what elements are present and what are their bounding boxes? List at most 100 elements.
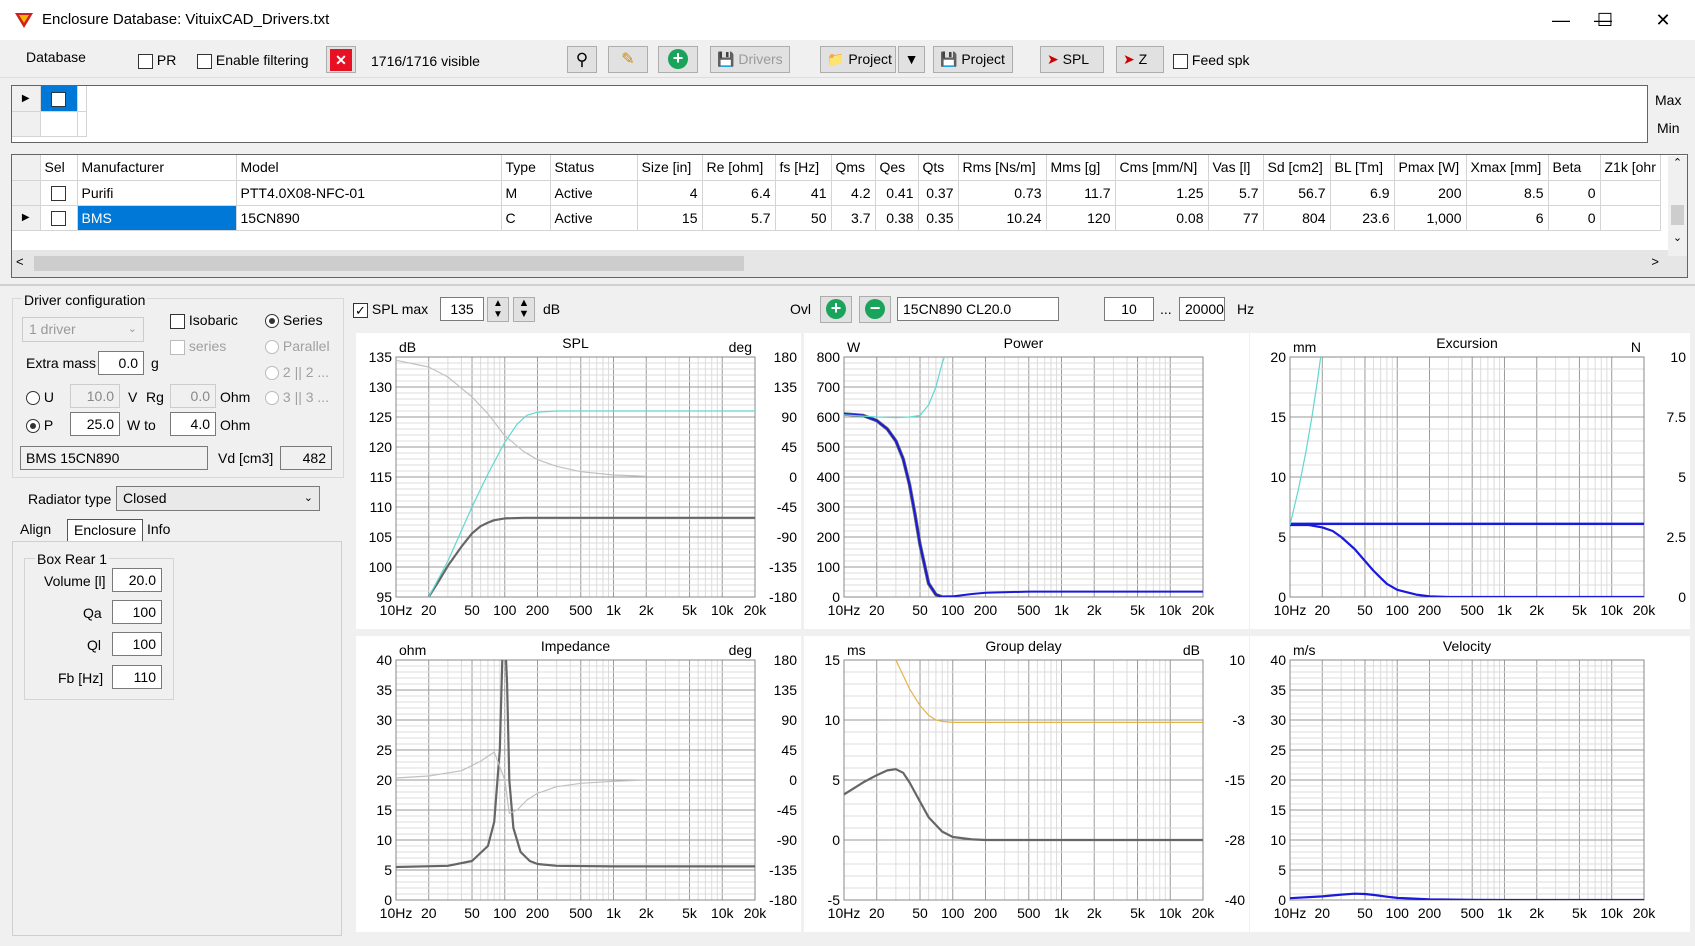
filter-sel-max[interactable] xyxy=(40,86,78,112)
table-row[interactable]: Purifi PTT4.0X08-NFC-01 M Active 4 6.4 41 4.2 0.… xyxy=(12,180,1661,206)
series-sub-checkbox[interactable]: series xyxy=(170,338,226,355)
tab-align[interactable]: Align xyxy=(14,519,57,541)
table-cell[interactable]: 1.25 xyxy=(1115,180,1209,206)
table-cell[interactable]: Active xyxy=(550,180,638,206)
table-cell[interactable]: 0.35 xyxy=(918,205,959,231)
p-input[interactable]: 25.0 xyxy=(70,412,120,436)
enable-filtering-checkbox[interactable]: Enable filtering xyxy=(197,52,309,69)
table-cell[interactable]: 10.24 xyxy=(958,205,1047,231)
power-chart[interactable]: 800700600500400300200100010Hz 20 50 100 200 5… xyxy=(804,333,1249,629)
fb-input[interactable]: 110 xyxy=(112,665,162,689)
table-cell[interactable]: 4 xyxy=(637,180,703,206)
overlay-name-input[interactable]: 15CN890 CL20.0 xyxy=(897,297,1059,321)
table-cell[interactable]: 0.38 xyxy=(875,205,919,231)
tab-enclosure[interactable]: Enclosure xyxy=(67,519,144,541)
table-cell[interactable]: 0.37 xyxy=(918,180,959,206)
table-cell[interactable]: 6 xyxy=(1466,205,1549,231)
qa-input[interactable]: 100 xyxy=(112,600,162,624)
u-input[interactable]: 10.0 xyxy=(70,384,120,408)
table-cell[interactable]: 15 xyxy=(637,205,703,231)
column-header[interactable]: Manufacturer xyxy=(77,155,237,181)
column-header[interactable]: Beta xyxy=(1548,155,1601,181)
series-radio[interactable]: Series xyxy=(265,312,323,329)
scroll-down-icon[interactable]: ⌄ xyxy=(1668,231,1687,244)
delete-filter-button[interactable]: ✕ xyxy=(326,46,356,73)
drivers-button[interactable]: 💾 Drivers xyxy=(710,46,790,73)
freq-min-input[interactable]: 10 xyxy=(1104,297,1154,321)
u-radio[interactable]: U xyxy=(26,389,54,406)
splitter[interactable] xyxy=(0,284,1695,286)
impedance-chart[interactable]: 40 35 30 25 20 15 10 50 180 135 90 45 0 -45 -90 -135 -18… xyxy=(356,636,801,932)
rg-input[interactable]: 0.0 xyxy=(170,384,216,408)
tab-info[interactable]: Info xyxy=(141,519,176,541)
pr-checkbox[interactable]: PR xyxy=(138,52,176,69)
send-z-button[interactable]: ➤ Z xyxy=(1116,46,1164,73)
table-cell[interactable]: 6.4 xyxy=(702,180,776,206)
w-to-input[interactable]: 4.0 xyxy=(170,412,216,436)
scroll-right-icon[interactable]: > xyxy=(1651,254,1659,269)
column-header[interactable]: Re [ohm] xyxy=(702,155,776,181)
radiator-type-select[interactable]: Closed ⌄ xyxy=(116,486,320,511)
vertical-thumb[interactable] xyxy=(1671,205,1684,225)
column-header[interactable]: Size [in] xyxy=(637,155,703,181)
table-cell[interactable]: 0 xyxy=(1548,205,1601,231)
search-button[interactable]: ⚲ xyxy=(567,46,597,73)
column-header[interactable]: Qms xyxy=(831,155,876,181)
feed-spk-checkbox[interactable]: Feed spk xyxy=(1173,52,1249,69)
column-header[interactable]: Pmax [W] xyxy=(1394,155,1467,181)
table-cell[interactable]: 41 xyxy=(775,180,832,206)
p-radio[interactable]: P xyxy=(26,417,53,434)
driver-table-container[interactable]: Sel Manufacturer Model Type Status Size [in] R… xyxy=(11,154,1688,278)
spl-max-input[interactable]: 135 xyxy=(440,297,484,321)
close-button[interactable]: ✕ xyxy=(1640,6,1686,34)
table-cell[interactable]: PTT4.0X08-NFC-01 xyxy=(236,180,502,206)
table-cell[interactable]: C xyxy=(501,205,551,231)
table-cell[interactable]: 804 xyxy=(1263,205,1331,231)
table-cell[interactable]: 0.08 xyxy=(1115,205,1209,231)
table-cell[interactable]: 0 xyxy=(1548,180,1601,206)
table-cell[interactable]: Active xyxy=(550,205,638,231)
extra-mass-input[interactable]: 0.0 xyxy=(98,351,144,375)
table-cell[interactable]: BMS xyxy=(77,205,237,231)
row-header[interactable]: ▶ xyxy=(12,205,41,231)
table-cell[interactable]: 77 xyxy=(1208,205,1264,231)
two-parallel-radio[interactable]: 2 || 2 ... xyxy=(265,364,329,381)
driver-name-field[interactable]: BMS 15CN890 xyxy=(20,446,208,470)
table-cell[interactable]: 3.7 xyxy=(831,205,876,231)
volume-input[interactable]: 20.0 xyxy=(112,568,162,592)
column-header[interactable]: Qts xyxy=(918,155,959,181)
vertical-scrollbar[interactable]: ⌃ ⌄ xyxy=(1668,156,1687,256)
table-cell[interactable]: 5.7 xyxy=(702,205,776,231)
spl-max-spinner[interactable]: ▲ ▼ xyxy=(487,297,509,322)
spl-chart[interactable]: 1351301251201151101051009518013590450-45… xyxy=(356,333,801,629)
row-select-checkbox[interactable] xyxy=(40,180,78,206)
column-header[interactable]: Xmax [mm] xyxy=(1466,155,1549,181)
three-parallel-radio[interactable]: 3 || 3 ... xyxy=(265,389,329,406)
table-cell[interactable]: 23.6 xyxy=(1330,205,1395,231)
table-cell[interactable] xyxy=(1600,205,1661,231)
column-header[interactable]: Cms [mm/N] xyxy=(1115,155,1209,181)
maximize-button[interactable]: ☐ xyxy=(1582,6,1628,34)
table-cell[interactable]: 11.7 xyxy=(1046,180,1116,206)
horizontal-scrollbar[interactable]: < > xyxy=(12,250,1687,277)
excursion-chart[interactable]: 20151050107.552.5010Hz 20 50 100 200 500 1k 2k 5… xyxy=(1250,333,1690,629)
velocity-chart[interactable]: 403530252015105010Hz 20 50 100 200 500 1k 2k 5k 1… xyxy=(1250,636,1690,932)
column-header[interactable]: Rms [Ns/m] xyxy=(958,155,1047,181)
spl-max-checkbox[interactable]: SPL max xyxy=(353,301,428,318)
table-cell[interactable]: 200 xyxy=(1394,180,1467,206)
scroll-up-icon[interactable]: ⌃ xyxy=(1668,156,1687,169)
column-header[interactable]: Type xyxy=(501,155,551,181)
open-project-button[interactable]: 📁 Project xyxy=(820,46,896,73)
table-cell[interactable]: 6.9 xyxy=(1330,180,1395,206)
column-header[interactable]: Status xyxy=(550,155,638,181)
remove-overlay-button[interactable]: − xyxy=(859,296,891,323)
table-cell[interactable]: 4.2 xyxy=(831,180,876,206)
parallel-radio[interactable]: Parallel xyxy=(265,338,330,355)
ql-input[interactable]: 100 xyxy=(112,632,162,656)
edit-button[interactable]: ✎ xyxy=(608,46,648,73)
column-header[interactable]: Model xyxy=(236,155,502,181)
column-header[interactable]: Qes xyxy=(875,155,919,181)
filter-grid[interactable]: ▶ xyxy=(11,85,1648,143)
freq-max-input[interactable]: 20000 xyxy=(1179,297,1225,321)
column-header[interactable]: Sd [cm2] xyxy=(1263,155,1331,181)
